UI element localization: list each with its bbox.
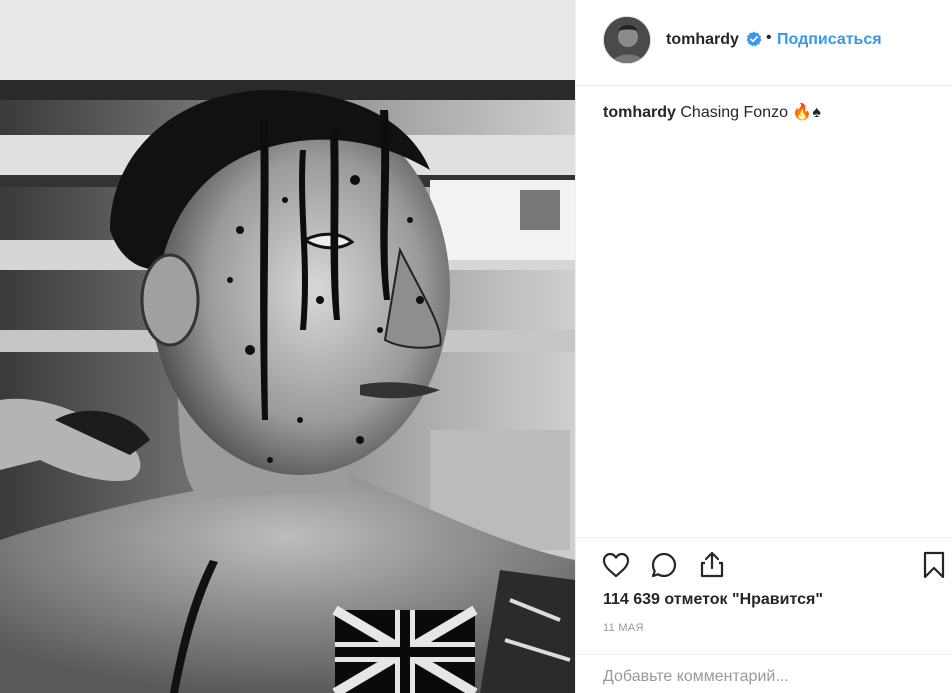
instagram-post: tomhardy • Подписаться tomhardy Chasing …: [0, 0, 952, 693]
comment-input[interactable]: [603, 665, 923, 689]
post-header: tomhardy • Подписаться: [576, 0, 952, 86]
username-link[interactable]: tomhardy: [666, 31, 739, 49]
post-photo-image: [0, 0, 575, 693]
likes-count[interactable]: 114 639 отметок "Нравится": [603, 591, 823, 609]
comment-icon[interactable]: [648, 549, 680, 581]
avatar-image: [604, 17, 650, 63]
heart-icon[interactable]: [600, 549, 632, 581]
post-date[interactable]: 11 мая: [603, 622, 644, 634]
share-icon[interactable]: [696, 549, 728, 581]
caption: tomhardy Chasing Fonzo 🔥♠: [603, 102, 821, 122]
post-photo[interactable]: [0, 0, 575, 693]
separator-dot: •: [766, 29, 772, 46]
verified-badge-icon: [746, 31, 762, 47]
comment-box: [576, 654, 952, 693]
caption-username-link[interactable]: tomhardy: [603, 104, 676, 121]
bookmark-icon[interactable]: [918, 549, 950, 581]
follow-button[interactable]: Подписаться: [777, 31, 882, 49]
avatar[interactable]: [603, 16, 651, 64]
post-side-panel: tomhardy • Подписаться tomhardy Chasing …: [575, 0, 952, 693]
action-bar: [576, 537, 952, 589]
caption-text: Chasing Fonzo 🔥♠: [680, 104, 821, 121]
